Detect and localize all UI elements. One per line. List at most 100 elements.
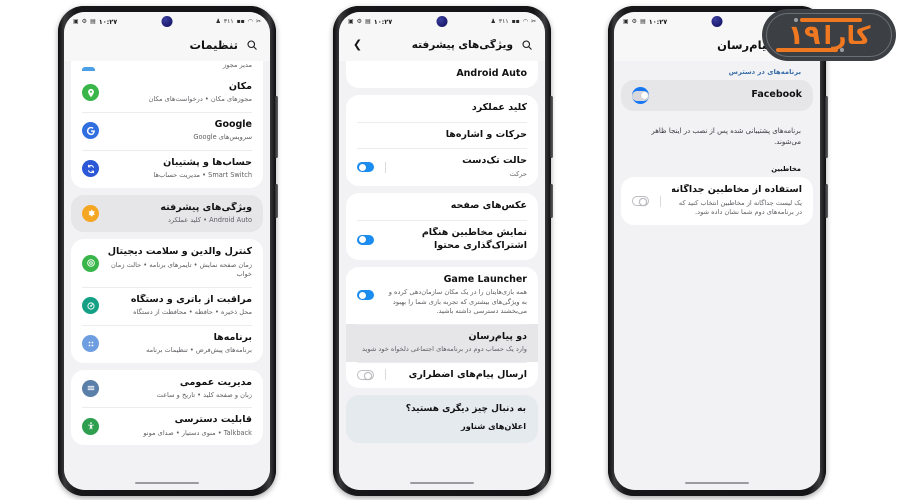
chevron-back-icon[interactable]: ❯ xyxy=(350,37,365,52)
toggle-separate-contacts[interactable] xyxy=(632,196,649,207)
settings-row-location[interactable]: مکان مجوزهای مکان • درخواست‌های مکان xyxy=(71,74,263,112)
toggle-emergency-messages[interactable] xyxy=(357,369,374,380)
status-time-3: ۱۰:۲۷ xyxy=(648,17,668,26)
row-motions-gestures[interactable]: حرکات و اشاره‌ها xyxy=(346,121,538,149)
sim-icon: ▣ xyxy=(73,17,79,25)
advanced-group-3: Game Launcher همه بازی‌هایتان را در یک م… xyxy=(346,266,538,389)
row-text: Facebook xyxy=(658,89,802,102)
page-title-2: ویژگی‌های پیشرفته xyxy=(411,38,513,51)
search-icon[interactable] xyxy=(519,37,534,52)
navigation-bar-3 xyxy=(614,476,820,490)
row-text: برنامه‌ها برنامه‌های پیش‌فرض • تنظیمات ب… xyxy=(108,332,252,356)
gear-icon xyxy=(82,205,99,222)
mute-icon: ✂ xyxy=(255,17,261,25)
power-button-1[interactable] xyxy=(275,184,278,218)
battery-icon: ▤ xyxy=(365,17,371,25)
settings-row-digital-wellbeing[interactable]: کنترل والدین و سلامت دیجیتال زمان صفحه ن… xyxy=(71,239,263,286)
tip-item-floating-notifications[interactable]: اعلان‌های شناور xyxy=(346,414,538,431)
toggle-game-launcher[interactable] xyxy=(357,290,374,301)
navigation-bar-2 xyxy=(339,476,545,490)
row-function-key[interactable]: کلید عملکرد xyxy=(346,95,538,122)
row-text: دو پیام‌رسان وارد یک حساب دوم در برنامه‌… xyxy=(357,331,527,355)
row-title: Android Auto xyxy=(456,68,527,79)
row-text: ارسال پیام‌های اضطراری xyxy=(397,369,527,382)
row-android-auto[interactable]: Android Auto xyxy=(346,61,538,88)
search-icon[interactable] xyxy=(244,37,259,52)
row-game-launcher[interactable]: Game Launcher همه بازی‌هایتان را در یک م… xyxy=(346,267,538,324)
row-title: Facebook xyxy=(751,89,802,101)
row-title: برنامه‌ها xyxy=(213,331,252,343)
settings-row-accounts-backup[interactable]: حساب‌ها و پشتیبان Smart Switch • مدیریت … xyxy=(71,149,263,188)
status-right-icons-2: ▣ ⚙ ▤ ۱۰:۲۷ xyxy=(348,18,392,26)
row-sub: برنامه‌های پیش‌فرض • تنظیمات برنامه xyxy=(146,346,252,355)
toggle-knob xyxy=(358,163,366,171)
phone-device-1: ♟ ۳۱۱ ▪▪ ◠ ✂ ▣ ⚙ ▤ ۱۰:۲۷ تنظیمات مدیر مج… xyxy=(58,6,278,496)
row-screenshots[interactable]: عکس‌های صفحه xyxy=(346,193,538,220)
row-show-contacts-sharing[interactable]: نمایش مخاطبین هنگام اشتراک‌گذاری محتوا xyxy=(346,220,538,260)
row-title: دو پیام‌رسان xyxy=(468,330,527,342)
row-title: ارسال پیام‌های اضطراری xyxy=(408,368,527,380)
settings-list-1[interactable]: مدیر مجوز مکان مجوزهای مکان • درخواست‌ها… xyxy=(64,61,270,476)
settings-group-1-advanced: ویژگی‌های پیشرفته Android Auto • کلید عم… xyxy=(71,194,263,233)
row-emergency-messages[interactable]: ارسال پیام‌های اضطراری xyxy=(346,361,538,389)
row-text: ویژگی‌های پیشرفته Android Auto • کلید عم… xyxy=(108,202,252,226)
wifi-icon: ◠ xyxy=(522,17,528,25)
location-icon xyxy=(82,84,99,102)
volume-button-2[interactable] xyxy=(550,96,553,158)
logo-kara-text: کارا xyxy=(823,20,872,50)
accessibility-icon xyxy=(82,417,99,435)
person-icon: ♟ xyxy=(490,17,496,25)
phone-screen-2: ♟ ۳۱۱ ▪▪ ◠ ✂ ▣ ⚙ ▤ ۱۰:۲۷ ویژگی‌ه xyxy=(339,12,545,490)
signal-icon: ▪▪ xyxy=(511,17,520,25)
toggle-facebook[interactable] xyxy=(632,90,649,101)
status-right-icons-3: ▣ ⚙ ▤ ۱۰:۲۷ xyxy=(623,18,667,26)
clipped-icon-partial xyxy=(82,67,95,71)
row-text: مکان مجوزهای مکان • درخواست‌های مکان xyxy=(108,81,252,105)
volume-button-3[interactable] xyxy=(825,96,828,158)
power-button-2[interactable] xyxy=(550,184,553,218)
row-title: مراقبت از باتری و دستگاه xyxy=(130,293,252,305)
settings-group-3: مدیریت عمومی زبان و صفحه کلید • تاریخ و … xyxy=(71,369,263,446)
row-sub: زمان صفحه نمایش • تایمرهای برنامه • حالت… xyxy=(110,260,252,279)
row-sub: Talkback • منوی دستیار • صدای مونو xyxy=(143,428,252,437)
battery-icon: ▤ xyxy=(90,17,96,25)
row-title: قابلیت دسترسی xyxy=(174,414,252,426)
toggle-knob xyxy=(358,236,366,244)
row-dual-messenger[interactable]: دو پیام‌رسان وارد یک حساب دوم در برنامه‌… xyxy=(346,323,538,362)
wifi-icon: ◠ xyxy=(247,17,253,25)
toggle-one-handed-mode[interactable] xyxy=(357,162,374,173)
phone-screen-1: ♟ ۳۱۱ ▪▪ ◠ ✂ ▣ ⚙ ▤ ۱۰:۲۷ تنظیمات مدیر مج… xyxy=(64,12,270,490)
looking-for-something-else-card: به دنبال چیز دیگری هستید؟ اعلان‌های شناو… xyxy=(346,395,538,444)
status-time-1: ۱۰:۲۷ xyxy=(98,17,118,26)
settings-row-accessibility[interactable]: قابلیت دسترسی Talkback • منوی دستیار • ص… xyxy=(71,407,263,445)
power-button-3[interactable] xyxy=(825,184,828,218)
bluetooth-icon: ⚙ xyxy=(631,17,638,25)
battery-icon: ▤ xyxy=(640,17,646,25)
settings-row-advanced-features[interactable]: ویژگی‌های پیشرفته Android Auto • کلید عم… xyxy=(71,194,263,233)
home-gesture-pill[interactable] xyxy=(135,481,199,485)
advanced-features-list[interactable]: Android Auto کلید عملکرد حرکات و اشاره‌ه… xyxy=(339,61,545,476)
settings-row-apps[interactable]: برنامه‌ها برنامه‌های پیش‌فرض • تنظیمات ب… xyxy=(71,324,263,363)
label-311: ۳۱۱ xyxy=(498,17,509,25)
front-camera-punchhole-3 xyxy=(711,16,723,27)
status-right-icons-1: ▣ ⚙ ▤ ۱۰:۲۷ xyxy=(73,18,117,26)
dual-messenger-list[interactable]: برنامه‌های در دسترس Facebook برنامه‌های … xyxy=(614,61,820,476)
label-311: ۳۱۱ xyxy=(223,17,234,25)
clipped-row-permission-manager[interactable]: مدیر مجوز xyxy=(71,61,263,74)
row-sub: حرکت xyxy=(509,169,527,178)
settings-row-general-management[interactable]: مدیریت عمومی زبان و صفحه کلید • تاریخ و … xyxy=(71,370,263,408)
sim-icon: ▣ xyxy=(623,17,629,25)
volume-button-1[interactable] xyxy=(275,96,278,158)
row-facebook[interactable]: Facebook xyxy=(621,80,813,111)
home-gesture-pill[interactable] xyxy=(685,481,749,485)
row-separate-contacts[interactable]: استفاده از مخاطبین جداگانه یک لیست جداگا… xyxy=(621,177,813,224)
settings-row-google[interactable]: Google سرویس‌های Google xyxy=(71,111,263,150)
row-one-handed-mode[interactable]: حالت تک‌دست حرکت xyxy=(346,148,538,186)
row-text: مدیریت عمومی زبان و صفحه کلید • تاریخ و … xyxy=(108,377,252,401)
settings-row-battery-device-care[interactable]: مراقبت از باتری و دستگاه محل ذخیره • حاف… xyxy=(71,286,263,325)
row-sub: وارد یک حساب دوم در برنامه‌های اجتماعی د… xyxy=(362,345,527,353)
row-title: حالت تک‌دست xyxy=(462,155,527,167)
home-gesture-pill[interactable] xyxy=(410,481,474,485)
navigation-bar-1 xyxy=(64,476,270,490)
toggle-show-contacts-sharing[interactable] xyxy=(357,234,374,245)
